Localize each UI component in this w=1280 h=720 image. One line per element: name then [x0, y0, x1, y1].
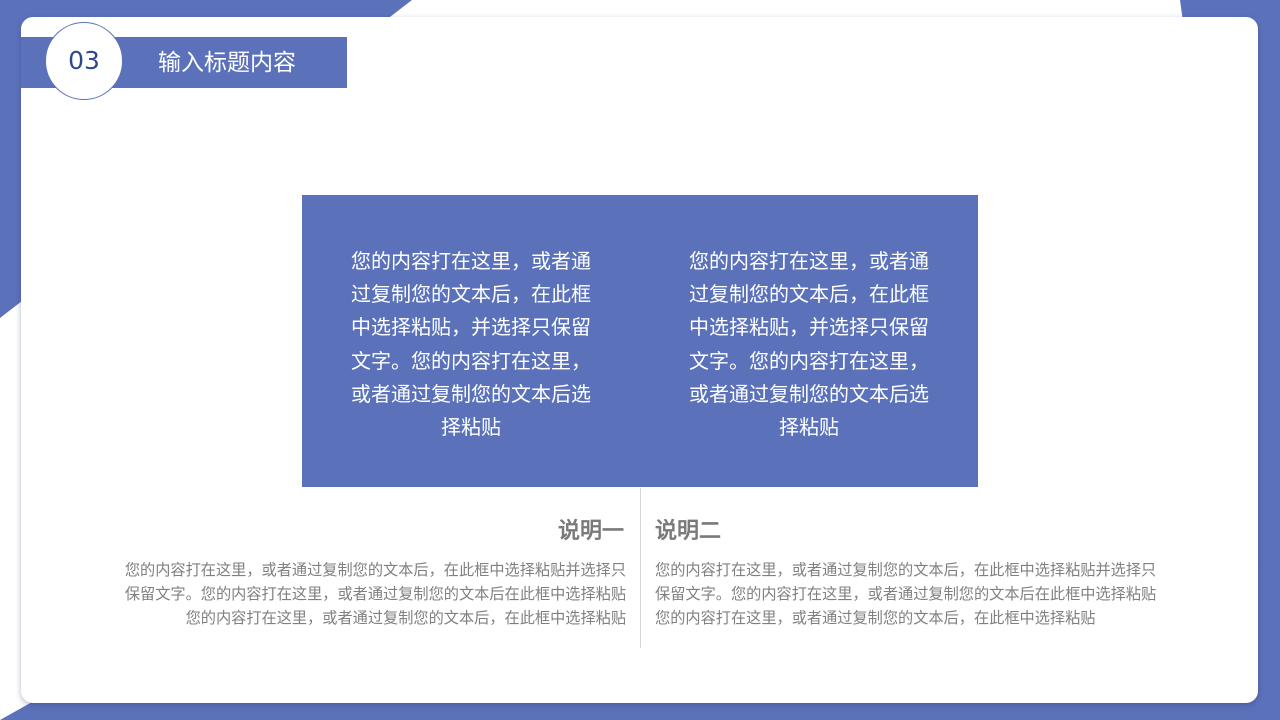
subtitle-left: 说明一: [557, 519, 624, 544]
description-left-line: 您的内容打在这里，或者通过复制您的文本后，在此框中选择粘贴并选择只: [124, 561, 626, 579]
description-right-line: 保留文字。您的内容打在这里，或者通过复制您的文本后在此框中选择粘贴: [655, 585, 1157, 603]
column-divider: [640, 488, 641, 648]
description-left-line: 您的内容打在这里，或者通过复制您的文本后，在此框中选择粘贴: [185, 609, 626, 627]
box-text-left: 您的内容打在这里，或者通过复制您的文本后，在此框中选择粘贴，并选择只保留文字。您…: [351, 249, 591, 440]
description-right-line: 您的内容打在这里，或者通过复制您的文本后，在此框中选择粘贴并选择只: [655, 561, 1157, 579]
description-right: 您的内容打在这里，或者通过复制您的文本后，在此框中选择粘贴并选择只 保留文字。您…: [655, 558, 1185, 630]
subtitle-right: 说明二: [655, 519, 722, 544]
slide-number-badge: 03: [45, 22, 123, 100]
description-left: 您的内容打在这里，或者通过复制您的文本后，在此框中选择粘贴并选择只 保留文字。您…: [96, 558, 626, 630]
description-left-line: 保留文字。您的内容打在这里，或者通过复制您的文本后在此框中选择粘贴: [124, 585, 626, 603]
box-text-right: 您的内容打在这里，或者通过复制您的文本后，在此框中选择粘贴，并选择只保留文字。您…: [689, 249, 929, 440]
description-right-line: 您的内容打在这里，或者通过复制您的文本后，在此框中选择粘贴: [655, 609, 1096, 627]
slide-title: 输入标题内容: [158, 50, 296, 76]
